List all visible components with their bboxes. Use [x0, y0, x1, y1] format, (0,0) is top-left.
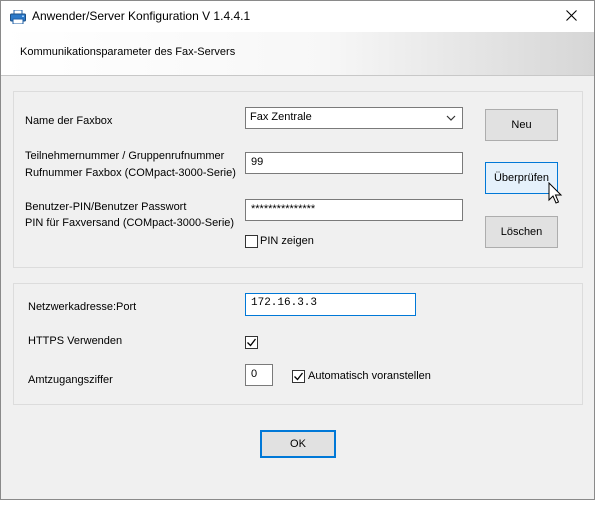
mouse-cursor-icon	[548, 181, 564, 206]
https-label: HTTPS Verwenden	[28, 335, 123, 347]
trunk-digit-input[interactable]: 0	[245, 364, 273, 386]
close-button[interactable]	[548, 1, 594, 32]
show-pin-label: PIN zeigen	[260, 235, 314, 247]
header-banner: Kommunikationsparameter des Fax-Servers	[1, 32, 594, 76]
chevron-down-icon	[446, 113, 456, 121]
close-icon	[565, 9, 577, 24]
auto-prefix-label: Automatisch voranstellen	[308, 370, 431, 382]
pin-label-2: PIN für Faxversand (COMpact-3000-Serie)	[25, 217, 235, 229]
background-strip	[0, 500, 595, 511]
pin-input[interactable]: ***************	[245, 199, 463, 221]
pin-label-1: Benutzer-PIN/Benutzer Passwort	[25, 201, 187, 213]
faxbox-number-input[interactable]: 99	[245, 152, 463, 174]
trunk-digit-label: Amtzugangsziffer	[28, 374, 113, 386]
faxbox-number-label-2: Rufnummer Faxbox (COMpact-3000-Serie)	[25, 167, 236, 179]
checkmark-icon	[247, 338, 257, 347]
config-dialog: Anwender/Server Konfiguration V 1.4.4.1 …	[0, 0, 595, 500]
title-bar: Anwender/Server Konfiguration V 1.4.4.1	[1, 1, 594, 32]
header-title: Kommunikationsparameter des Fax-Servers	[20, 46, 236, 58]
faxbox-name-value: Fax Zentrale	[250, 111, 312, 123]
ok-button[interactable]: OK	[260, 430, 336, 458]
delete-button[interactable]: Löschen	[485, 216, 558, 248]
network-group: Netzwerkadresse:Port 172.16.3.3 HTTPS Ve…	[13, 283, 583, 405]
faxbox-name-select[interactable]: Fax Zentrale	[245, 107, 463, 129]
faxbox-group: Name der Faxbox Fax Zentrale Teilnehmern…	[13, 91, 583, 268]
new-button[interactable]: Neu	[485, 109, 558, 141]
printer-fax-icon	[10, 9, 26, 25]
network-address-label: Netzwerkadresse:Port	[28, 301, 137, 313]
window-title: Anwender/Server Konfiguration V 1.4.4.1	[32, 9, 251, 23]
faxbox-name-label: Name der Faxbox	[25, 115, 113, 127]
show-pin-checkbox[interactable]	[245, 235, 258, 248]
https-checkbox[interactable]	[245, 336, 258, 349]
checkmark-icon	[294, 372, 304, 381]
network-address-input[interactable]: 172.16.3.3	[245, 293, 416, 316]
faxbox-number-label-1: Teilnehmernummer / Gruppenrufnummer	[25, 150, 225, 162]
auto-prefix-checkbox[interactable]	[292, 370, 305, 383]
